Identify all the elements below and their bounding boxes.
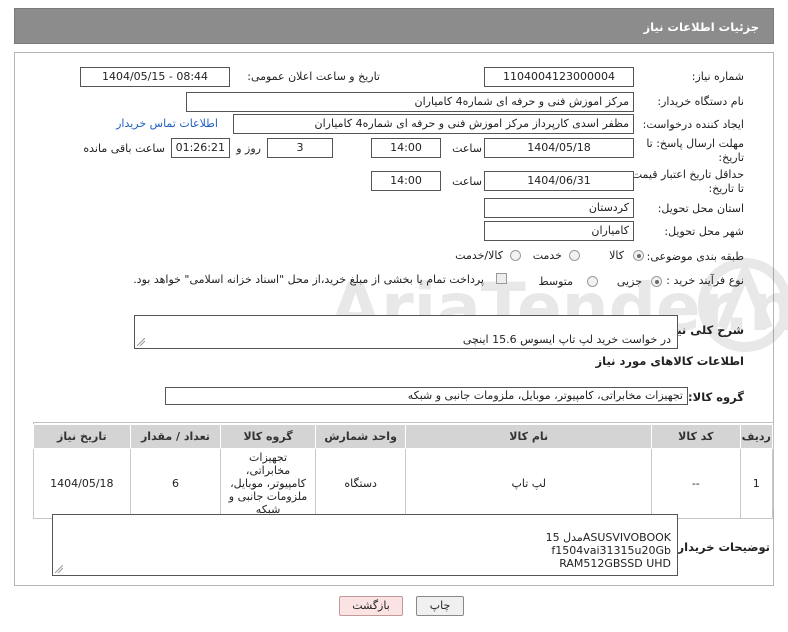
col-header-group: گروه کالا bbox=[220, 424, 316, 449]
page-title: جزئیات اطلاعات نیاز bbox=[643, 20, 759, 34]
city-field[interactable]: کامیاران bbox=[484, 221, 634, 241]
cell-code: -- bbox=[651, 448, 741, 519]
goods-info-title: اطلاعات کالاهای مورد نیاز bbox=[595, 354, 744, 368]
creator-field[interactable]: مظفر اسدی کارپرداز مرکز اموزش فنی و حرفه… bbox=[233, 114, 634, 134]
category-option-both: کالا/خدمت bbox=[455, 249, 503, 262]
table-row[interactable]: 1 -- لپ تاپ دستگاه تجهیزات مخابراتی، کام… bbox=[33, 448, 774, 519]
days-field[interactable]: 3 bbox=[267, 138, 333, 158]
resize-handle-icon[interactable] bbox=[137, 338, 145, 346]
buyer-org-label: نام دستگاه خریدار: bbox=[657, 95, 744, 108]
deadline-label-2: تاریخ: bbox=[718, 151, 744, 164]
need-number-field[interactable]: 1104004123000004 bbox=[484, 67, 634, 87]
col-header-code: کد کالا bbox=[651, 424, 741, 449]
category-radio-goods[interactable] bbox=[633, 250, 644, 261]
creator-label: ایجاد کننده درخواست: bbox=[642, 118, 744, 131]
cell-qty: 6 bbox=[129, 448, 222, 519]
category-radio-both[interactable] bbox=[510, 250, 521, 261]
validity-time-label: ساعت bbox=[452, 175, 482, 188]
announce-label: تاریخ و ساعت اعلان عمومی: bbox=[247, 70, 380, 83]
process-option-medium: متوسط bbox=[538, 275, 573, 288]
remaining-time-field[interactable]: 01:26:21 bbox=[171, 138, 230, 158]
contact-buyer-link[interactable]: اطلاعات تماس خریدار bbox=[116, 117, 218, 130]
validity-time-field[interactable]: 14:00 bbox=[371, 171, 441, 191]
col-header-qty: تعداد / مقدار bbox=[129, 424, 222, 449]
need-number-label: شماره نیاز: bbox=[691, 70, 744, 83]
province-label: استان محل تحویل: bbox=[657, 202, 744, 215]
payment-checkbox[interactable] bbox=[496, 273, 507, 284]
remaining-label: ساعت باقی مانده bbox=[83, 142, 165, 155]
deadline-time-field[interactable]: 14:00 bbox=[371, 138, 441, 158]
cell-row: 1 bbox=[739, 448, 774, 519]
header-bar: جزئیات اطلاعات نیاز bbox=[14, 8, 774, 44]
process-option-minor: جزیی bbox=[616, 275, 642, 288]
buyer-notes-text: مدل 15ASUSVIVOBOOK f1504vai31315u20Gb RA… bbox=[545, 531, 671, 570]
goods-group-label: گروه کالا: bbox=[688, 390, 744, 404]
validity-date-field[interactable]: 1404/06/31 bbox=[484, 171, 634, 191]
process-radio-minor[interactable] bbox=[651, 276, 662, 287]
col-header-name: نام کالا bbox=[405, 424, 653, 449]
items-table: ردیف کد کالا نام کالا واحد شمارش گروه کا… bbox=[33, 424, 774, 519]
buyer-org-field[interactable]: مرکز اموزش فنی و حرفه ای شماره4 کامیاران bbox=[186, 92, 634, 112]
buyer-notes-textarea[interactable]: مدل 15ASUSVIVOBOOK f1504vai31315u20Gb RA… bbox=[52, 514, 678, 576]
deadline-time-label: ساعت bbox=[452, 142, 482, 155]
cell-unit: دستگاه bbox=[314, 448, 407, 519]
print-button[interactable]: چاپ bbox=[416, 596, 464, 616]
goods-group-field[interactable]: تجهیزات مخابراتی، کامپیوتر، موبایل، ملزو… bbox=[165, 387, 688, 405]
days-label: روز و bbox=[236, 142, 261, 155]
validity-label-2: تا تاریخ: bbox=[708, 182, 744, 195]
resize-handle-icon[interactable] bbox=[55, 565, 63, 573]
payment-note: پرداخت تمام یا بخشی از مبلغ خرید،از محل … bbox=[133, 273, 484, 286]
back-button[interactable]: بازگشت bbox=[339, 596, 403, 616]
validity-label: حداقل تاریخ اعتبار قیمت: bbox=[628, 168, 744, 181]
category-option-service: خدمت bbox=[532, 249, 562, 262]
col-header-row: ردیف bbox=[739, 424, 774, 449]
deadline-label: مهلت ارسال پاسخ: تا bbox=[646, 137, 744, 150]
process-label: نوع فرآیند خرید : bbox=[666, 274, 744, 287]
deadline-date-field[interactable]: 1404/05/18 bbox=[484, 138, 634, 158]
summary-textarea[interactable]: در خواست خرید لپ تاپ ایسوس 15.6 اینچی bbox=[134, 315, 678, 349]
category-radio-service[interactable] bbox=[569, 250, 580, 261]
category-label: طبقه بندی موضوعی: bbox=[646, 250, 744, 263]
process-radio-medium[interactable] bbox=[587, 276, 598, 287]
province-field[interactable]: کردستان bbox=[484, 198, 634, 218]
category-option-goods: کالا bbox=[609, 249, 624, 262]
cell-date: 1404/05/18 bbox=[33, 448, 131, 519]
summary-text: در خواست خرید لپ تاپ ایسوس 15.6 اینچی bbox=[462, 333, 671, 346]
col-header-date: تاریخ نیاز bbox=[33, 424, 131, 449]
cell-group: تجهیزات مخابراتی، کامپیوتر، موبایل، ملزو… bbox=[220, 448, 316, 519]
city-label: شهر محل تحویل: bbox=[664, 225, 744, 238]
cell-name: لپ تاپ bbox=[405, 448, 653, 519]
col-header-unit: واحد شمارش bbox=[314, 424, 407, 449]
announce-field[interactable]: 1404/05/15 - 08:44 bbox=[80, 67, 230, 87]
buyer-notes-label: توضیحات خریدار: bbox=[672, 540, 770, 554]
